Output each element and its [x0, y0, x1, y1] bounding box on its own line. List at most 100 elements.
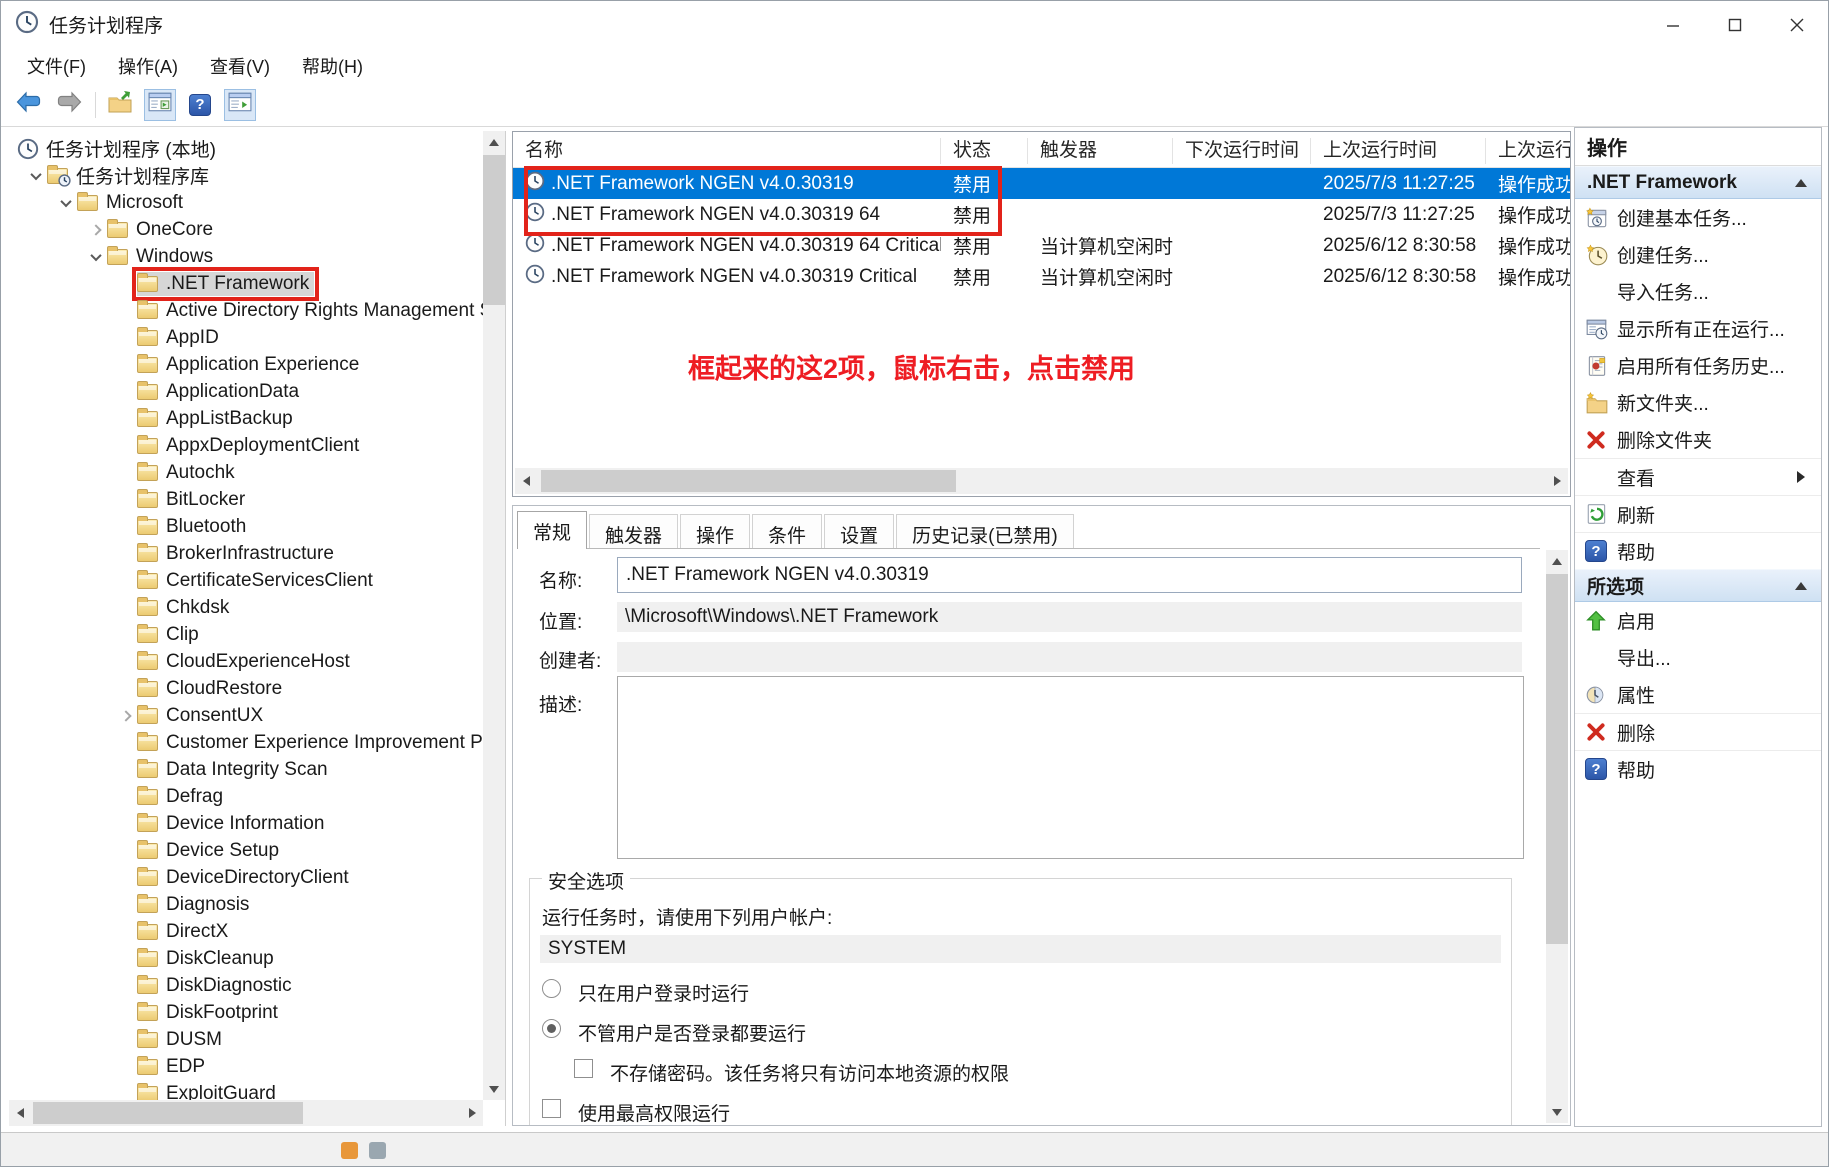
chevron-right-icon[interactable] — [85, 226, 107, 234]
tree-item[interactable]: Data Integrity Scan — [9, 756, 481, 783]
chevron-down-icon[interactable] — [55, 199, 77, 207]
tree-item[interactable]: AppxDeploymentClient — [9, 432, 481, 459]
tree-item[interactable]: DirectX — [9, 918, 481, 945]
tree-item[interactable]: AppID — [9, 324, 481, 351]
tree-item[interactable]: DeviceDirectoryClient — [9, 864, 481, 891]
action-item[interactable]: 新文件夹... — [1575, 384, 1821, 421]
scroll-left-icon[interactable] — [9, 1102, 31, 1124]
action-item[interactable]: 刷新 — [1575, 495, 1821, 532]
menu-item-1[interactable]: 操作(A) — [106, 48, 190, 84]
tab-2[interactable]: 操作 — [680, 514, 750, 548]
details-vertical-scrollbar[interactable] — [1546, 550, 1568, 1123]
tree-item[interactable]: AppListBackup — [9, 405, 481, 432]
menu-item-2[interactable]: 查看(V) — [198, 48, 282, 84]
show-action-pane-button[interactable] — [224, 89, 256, 121]
radio-run-logged-on[interactable] — [542, 979, 561, 998]
scroll-left-icon[interactable] — [515, 470, 537, 492]
tree-item[interactable]: Application Experience — [9, 351, 481, 378]
scroll-right-icon[interactable] — [1546, 470, 1568, 492]
task-row[interactable]: .NET Framework NGEN v4.0.30319禁用2025/7/3… — [513, 168, 1570, 199]
taskbar-icon[interactable] — [341, 1142, 358, 1159]
maximize-button[interactable] — [1704, 1, 1766, 48]
tree-item[interactable]: Customer Experience Improvement Prog — [9, 729, 481, 756]
tree-item[interactable]: 任务计划程序 (本地) — [9, 135, 481, 162]
tree-item[interactable]: Microsoft — [9, 189, 481, 216]
tree-item[interactable]: OneCore — [9, 216, 481, 243]
action-item[interactable]: 导出... — [1575, 639, 1821, 676]
tab-4[interactable]: 设置 — [824, 514, 894, 548]
tree-item[interactable]: DiskFootprint — [9, 999, 481, 1026]
show-console-tree-button[interactable] — [144, 89, 176, 121]
tab-5[interactable]: 历史记录(已禁用) — [896, 514, 1074, 548]
tree-vertical-scrollbar[interactable] — [483, 131, 505, 1100]
column-header-0[interactable]: 名称 — [513, 138, 941, 164]
chevron-down-icon[interactable] — [25, 172, 47, 180]
action-item[interactable]: 显示所有正在运行... — [1575, 310, 1821, 347]
toolbar-help-button[interactable]: ? — [184, 89, 216, 121]
action-item[interactable]: 查看 — [1575, 458, 1821, 495]
tree-item[interactable]: Windows — [9, 243, 481, 270]
tree-item[interactable]: ConsentUX — [9, 702, 481, 729]
actions-section-header[interactable]: .NET Framework — [1575, 166, 1821, 199]
menu-item-3[interactable]: 帮助(H) — [290, 48, 375, 84]
task-row[interactable]: .NET Framework NGEN v4.0.30319 64禁用2025/… — [513, 199, 1570, 230]
tree-item[interactable]: DiskDiagnostic — [9, 972, 481, 999]
scroll-up-icon[interactable] — [1546, 550, 1568, 572]
radio-run-any[interactable] — [542, 1019, 561, 1038]
tree-item[interactable]: Device Information — [9, 810, 481, 837]
column-header-3[interactable]: 下次运行时间 — [1173, 138, 1311, 164]
chevron-down-icon[interactable] — [85, 253, 107, 261]
tree-item[interactable]: CloudRestore — [9, 675, 481, 702]
tree-item[interactable]: CertificateServicesClient — [9, 567, 481, 594]
tree-item[interactable]: DiskCleanup — [9, 945, 481, 972]
tree-item[interactable]: EDP — [9, 1053, 481, 1080]
action-item[interactable]: 删除文件夹 — [1575, 421, 1821, 458]
chevron-right-icon[interactable] — [115, 712, 137, 720]
close-button[interactable] — [1766, 1, 1828, 48]
action-item[interactable]: 导入任务... — [1575, 273, 1821, 310]
tree-vscroll-thumb[interactable] — [483, 155, 505, 305]
tree-item[interactable]: Bluetooth — [9, 513, 481, 540]
checkbox-no-password[interactable] — [574, 1059, 593, 1078]
tree-item[interactable]: Autochk — [9, 459, 481, 486]
tab-1[interactable]: 触发器 — [589, 514, 678, 548]
tree-hscroll-thumb[interactable] — [33, 1102, 303, 1124]
forward-button[interactable] — [53, 89, 85, 121]
tree-item[interactable]: .NET Framework — [9, 270, 481, 297]
tab-3[interactable]: 条件 — [752, 514, 822, 548]
action-item[interactable]: 启用所有任务历史... — [1575, 347, 1821, 384]
tree-item[interactable]: Defrag — [9, 783, 481, 810]
collapse-icon[interactable] — [1795, 179, 1807, 187]
column-header-5[interactable]: 上次运行结果 — [1486, 138, 1571, 164]
column-header-1[interactable]: 状态 — [941, 138, 1028, 164]
action-item[interactable]: 属性 — [1575, 676, 1821, 713]
scroll-up-icon[interactable] — [483, 131, 505, 153]
task-row[interactable]: .NET Framework NGEN v4.0.30319 64 Critic… — [513, 230, 1570, 261]
task-row[interactable]: .NET Framework NGEN v4.0.30319 Critical禁… — [513, 261, 1570, 292]
back-button[interactable] — [13, 89, 45, 121]
collapse-icon[interactable] — [1795, 582, 1807, 590]
checkbox-highest-privilege[interactable] — [542, 1099, 561, 1118]
list-hscroll-thumb[interactable] — [541, 470, 956, 492]
taskbar-icon[interactable] — [369, 1142, 386, 1159]
action-item[interactable]: 创建基本任务... — [1575, 199, 1821, 236]
export-list-button[interactable] — [104, 89, 136, 121]
tree-item[interactable]: Active Directory Rights Management Se — [9, 297, 481, 324]
details-vscroll-thumb[interactable] — [1546, 574, 1568, 944]
actions-section-header[interactable]: 所选项 — [1575, 569, 1821, 602]
action-item[interactable]: ?帮助 — [1575, 750, 1821, 787]
minimize-button[interactable] — [1642, 1, 1704, 48]
tree-item[interactable]: Clip — [9, 621, 481, 648]
scroll-right-icon[interactable] — [461, 1102, 483, 1124]
column-header-2[interactable]: 触发器 — [1028, 138, 1173, 164]
tree-item[interactable]: Chkdsk — [9, 594, 481, 621]
tree-item[interactable]: 任务计划程序库 — [9, 162, 481, 189]
tree-item[interactable]: BitLocker — [9, 486, 481, 513]
action-item[interactable]: ?帮助 — [1575, 532, 1821, 569]
scroll-down-icon[interactable] — [1546, 1101, 1568, 1123]
scroll-down-icon[interactable] — [483, 1078, 505, 1100]
tab-general[interactable]: 常规 — [517, 511, 587, 549]
tree-item[interactable]: BrokerInfrastructure — [9, 540, 481, 567]
tree-item[interactable]: ApplicationData — [9, 378, 481, 405]
name-field[interactable]: .NET Framework NGEN v4.0.30319 — [617, 557, 1522, 593]
